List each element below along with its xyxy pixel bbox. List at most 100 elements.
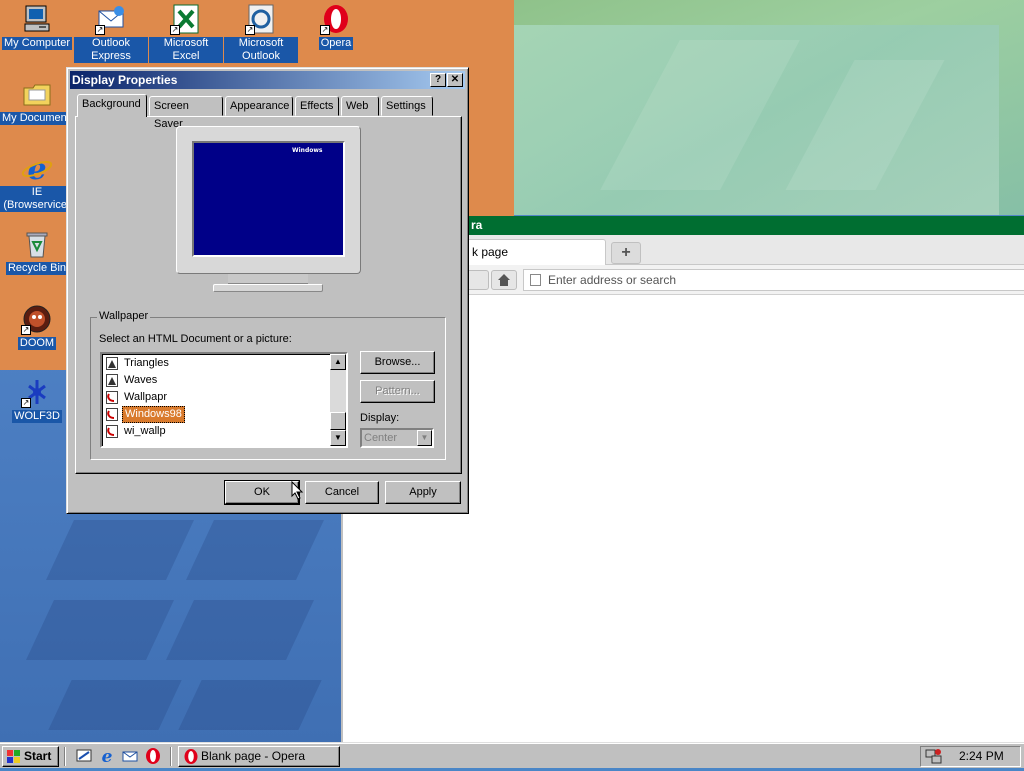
desktop-icon-label: IE (Browservice) [0,186,74,212]
opera-tab-blank-page[interactable]: k page [463,239,606,265]
outlook-express-icon: ↗ [95,3,127,35]
excel-icon: ↗ [170,3,202,35]
wallpaper-tile [178,680,322,730]
desktop-icon-label: Outlook Express [74,37,148,63]
desktop-icon-my-computer[interactable]: My Computer [0,3,74,50]
tab-effects[interactable]: Effects [295,96,339,116]
shortcut-arrow-icon: ↗ [320,25,330,35]
monitor-preview-screen: Windows [192,141,345,257]
ok-button[interactable]: OK [224,480,300,505]
shortcut-arrow-icon: ↗ [95,25,105,35]
preview-windows-logo: Windows [292,147,323,154]
desktop-icon-microsoft-outlook[interactable]: ↗ Microsoft Outlook [224,3,298,63]
shortcut-arrow-icon: ↗ [21,398,31,408]
monitor-preview: Windows [176,126,361,274]
close-button[interactable]: ✕ [447,73,463,87]
display-label: Display: [360,412,400,424]
opera-icon: ↗ [320,3,352,35]
pattern-button[interactable]: Pattern... [360,380,435,403]
html-document-icon [106,425,118,438]
help-button[interactable]: ? [430,73,446,87]
outlook-icon: ↗ [245,3,277,35]
tab-background[interactable]: Background [77,94,147,117]
opera-title: ra [471,218,483,232]
desktop-icon-label: DOOM [17,337,57,350]
monitor-stand-base [213,284,323,292]
wallpaper-name: Wallpapr [124,391,167,403]
scroll-down-button[interactable]: ▼ [330,430,346,446]
tab-screen-saver[interactable]: Screen Saver [149,96,223,130]
scroll-up-button[interactable]: ▲ [330,354,346,370]
folder-icon [21,78,53,110]
doom-icon: ↗ [21,303,53,335]
dialog-titlebar[interactable]: Display Properties ? ✕ [70,71,465,89]
desktop-icon-microsoft-excel[interactable]: ↗ Microsoft Excel [149,3,223,63]
shortcut-arrow-icon: ↗ [245,25,255,35]
desktop-icon-wolf3d[interactable]: ↗ WOLF3D [0,376,74,423]
internet-explorer-icon: e [21,152,53,187]
system-tray: 2:24 PM [920,746,1021,767]
taskbar-divider [170,747,172,766]
list-item[interactable]: Triangles [104,355,332,372]
desktop-icon-recycle-bin[interactable]: Recycle Bin [0,228,74,275]
address-field[interactable]: Enter address or search [523,269,1024,291]
list-item[interactable]: Wallpapr [104,389,332,406]
bitmap-file-icon [106,374,118,387]
show-desktop-icon[interactable] [75,747,93,765]
wallpaper-tile [166,600,314,660]
start-button[interactable]: Start [2,746,59,767]
desktop-icon-outlook-express[interactable]: ↗ Outlook Express [74,3,148,63]
list-item[interactable]: wi_wallp [104,423,332,440]
wallpaper-tile [48,680,182,730]
svg-text:e: e [102,747,113,765]
apply-button[interactable]: Apply [385,481,461,504]
scroll-thumb[interactable] [330,412,346,430]
display-properties-dialog: Display Properties ? ✕ Background Screen… [66,67,469,514]
desktop-icon-opera[interactable]: ↗ Opera [299,3,373,50]
svg-text:e: e [27,152,46,184]
clock[interactable]: 2:24 PM [959,747,1004,766]
display-mode-select[interactable]: Center ▼ [360,428,434,448]
wallpaper-name: wi_wallp [124,425,166,437]
taskbar-task-opera[interactable]: Blank page - Opera [178,746,340,767]
desktop-icon-label: Recycle Bin [5,262,69,275]
wallpaper-name: Triangles [124,357,169,369]
listbox-scrollbar[interactable]: ▲ ▼ [330,354,346,446]
desktop-icon-label: WOLF3D [12,410,62,423]
wallpaper-name: Windows98 [122,406,185,423]
wallpaper-tile [186,520,324,580]
taskbar-task-label: Blank page - Opera [201,749,306,763]
browse-button[interactable]: Browse... [360,351,435,374]
wallpaper-group-title: Wallpaper [97,310,151,322]
desktop-icon-my-documents[interactable]: My Documents [0,78,78,125]
shortcut-arrow-icon: ↗ [170,25,180,35]
shortcut-arrow-icon: ↗ [21,325,31,335]
tab-web[interactable]: Web [341,96,379,116]
list-item-selected[interactable]: Windows98 [104,406,332,423]
page-icon [530,274,541,286]
desktop-icon-label: My Computer [1,37,73,50]
wallpaper-select-prompt: Select an HTML Document or a picture: [99,333,292,345]
new-tab-button[interactable]: + [611,242,641,264]
wolf3d-icon: ↗ [21,376,53,408]
recycle-bin-icon [21,228,53,260]
opera-tab-label: k page [472,245,509,259]
wallpaper-tile [46,520,194,580]
outlook-express-icon[interactable] [121,747,139,765]
opera-icon[interactable] [144,747,162,765]
tab-settings[interactable]: Settings [381,96,433,116]
windows-logo-icon [6,749,22,770]
chevron-down-icon: ▼ [417,430,432,446]
list-item[interactable]: Waves [104,372,332,389]
home-button[interactable] [491,270,517,290]
desktop-icon-label: Opera [318,37,354,50]
desktop-icon-doom[interactable]: ↗ DOOM [0,303,74,350]
wallpaper-listbox[interactable]: Triangles Waves Wallpapr Windows98 wi_wa… [100,352,348,448]
html-document-icon [106,408,118,421]
taskbar-divider [64,747,66,766]
desktop-icon-ie[interactable]: e IE (Browservice) [0,152,74,212]
cancel-button[interactable]: Cancel [305,481,379,504]
tab-appearance[interactable]: Appearance [225,96,293,116]
internet-explorer-icon[interactable]: e [98,747,116,767]
desktop-icon-label: Microsoft Excel [149,37,223,63]
